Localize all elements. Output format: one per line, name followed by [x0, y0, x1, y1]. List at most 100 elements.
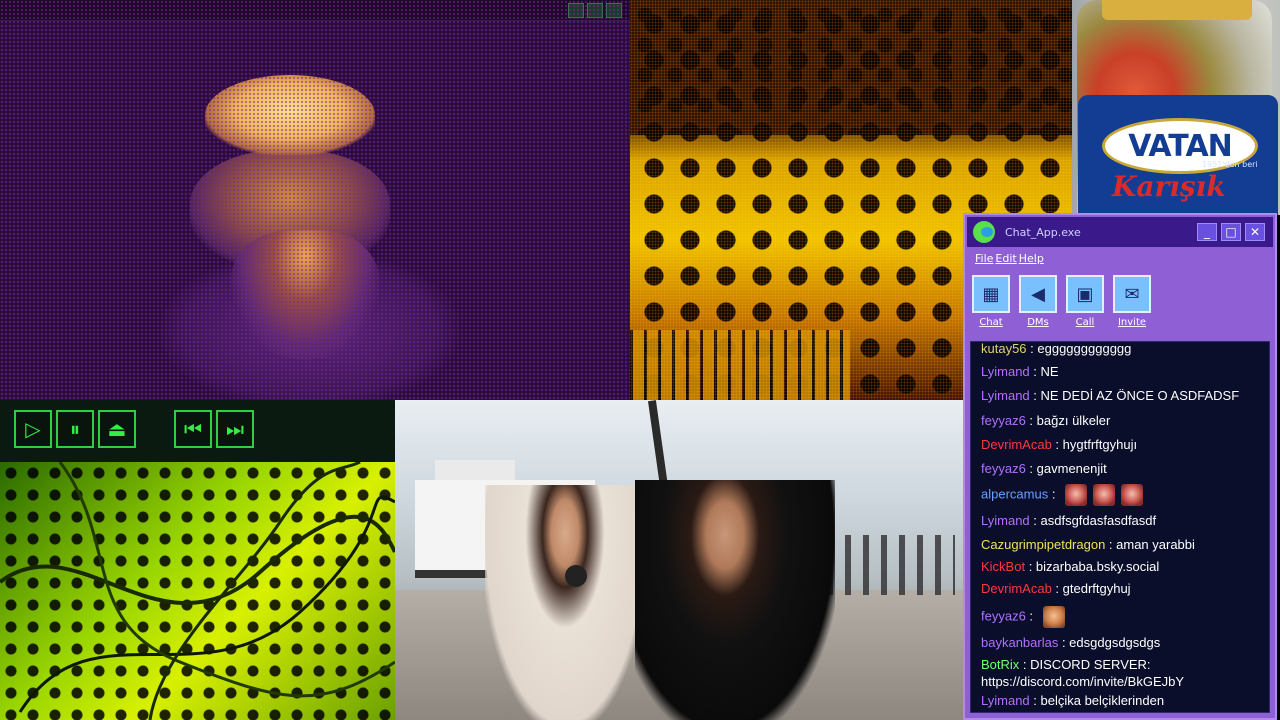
microphone	[565, 565, 587, 587]
dms-tool-button[interactable]: ◀ DMs	[1018, 275, 1058, 328]
chat-message: Lyimand : NE DEDİ AZ ÖNCE O ASDFADSF	[981, 387, 1263, 404]
call-icon: ▣	[1066, 275, 1104, 313]
chat-username[interactable]: feyyaz6	[981, 608, 1026, 623]
chat-separator: :	[1048, 486, 1060, 502]
chat-username[interactable]: Lyimand	[981, 364, 1030, 379]
chat-separator: :	[1025, 559, 1036, 574]
dither-overlay	[0, 0, 630, 400]
chat-separator: :	[1051, 437, 1063, 452]
emote-icon	[1093, 484, 1116, 506]
chat-message: Lyimand : NE	[981, 363, 1263, 380]
chat-message: DevrimAcab : gtedrftgyhuj	[981, 580, 1263, 597]
jar-since: 1951'den beri	[1202, 160, 1258, 169]
chat-icon: ▦	[972, 275, 1010, 313]
close-icon: ✕	[1249, 225, 1261, 239]
chat-username[interactable]: feyyaz6	[981, 461, 1026, 476]
chat-message: Cazugrimpipetdragon : aman yarabbi	[981, 536, 1263, 553]
menu-file[interactable]: File	[975, 252, 993, 265]
chat-message: Lyimand : belçika belçiklerinden	[981, 692, 1263, 709]
chat-username[interactable]: DevrimAcab	[981, 581, 1052, 596]
chat-username[interactable]: DevrimAcab	[981, 437, 1052, 452]
emote-icon	[1121, 484, 1144, 506]
chat-message: feyyaz6 : gavmenenjit	[981, 460, 1263, 477]
skip-back-icon: ⏮	[184, 417, 202, 441]
menu-edit[interactable]: Edit	[995, 252, 1016, 265]
chat-username[interactable]: Cazugrimpipetdragon	[981, 537, 1105, 552]
chat-titlebar[interactable]: Chat_App.exe _ □ ✕	[967, 217, 1273, 247]
chat-username[interactable]: feyyaz6	[981, 413, 1026, 428]
minimize-icon: _	[1204, 225, 1210, 239]
chat-message-text: NE DEDİ AZ ÖNCE O ASDFADSF	[1040, 388, 1240, 403]
chat-message: feyyaz6 :	[981, 606, 1263, 628]
street-video-panel	[395, 400, 963, 720]
play-button[interactable]: ▷	[14, 410, 52, 448]
chat-username[interactable]: KickBot	[981, 559, 1025, 574]
chat-menubar: File Edit Help	[967, 249, 1273, 267]
chat-message-text: hygtfrftgyhujı	[1062, 437, 1138, 452]
eject-button[interactable]: ⏏	[98, 410, 136, 448]
invite-icon: ✉	[1113, 275, 1151, 313]
chat-message-text: aman yarabbi	[1116, 537, 1195, 552]
dms-tool-label: DMs	[1027, 317, 1049, 328]
chat-separator: :	[1019, 657, 1031, 672]
person-right	[635, 480, 835, 720]
chat-message-log[interactable]: kutay56 : egggggggggggg Lyimand : NE Lyima…	[970, 341, 1270, 713]
chat-message: feyyaz6 : bağzı ülkeler	[981, 412, 1263, 429]
chat-username[interactable]: baykanbarlas	[981, 635, 1058, 650]
chat-username[interactable]: Lyimand	[981, 388, 1030, 403]
chat-separator: :	[1029, 693, 1041, 708]
patch-cables	[0, 462, 395, 720]
chat-app-icon	[973, 221, 995, 243]
chat-message: baykanbarlas : edsgdgsdgsdgs	[981, 634, 1263, 651]
invite-tool-label: Invite	[1117, 317, 1147, 328]
jar-photo-panel: VATAN BİZİM 1951'den beri Karışık	[1072, 0, 1280, 215]
chat-message: DevrimAcab : hygtfrftgyhujı	[981, 436, 1263, 453]
chat-message-text: gtedrftgyhuj	[1062, 581, 1131, 596]
next-button[interactable]: ⏭	[216, 410, 254, 448]
menu-help[interactable]: Help	[1019, 252, 1044, 265]
chat-tool-label: Chat	[979, 317, 1003, 328]
person-left	[485, 485, 645, 720]
chat-message: BotRix : DISCORD SERVER: https://discord…	[981, 656, 1263, 690]
chat-message: kutay56 : egggggggggggg	[981, 341, 1263, 357]
minimize-button[interactable]: _	[1197, 223, 1217, 241]
pause-button[interactable]: ⏸	[56, 410, 94, 448]
chat-separator: :	[1029, 364, 1041, 379]
chat-separator: :	[1025, 608, 1037, 624]
chat-message-text: bağzı ülkeler	[1036, 413, 1111, 428]
chat-separator: :	[1058, 635, 1070, 650]
chat-username[interactable]: Lyimand	[981, 693, 1030, 708]
invite-tool-button[interactable]: ✉ Invite	[1112, 275, 1152, 328]
chat-message: KickBot : bizarbaba.bsky.social	[981, 558, 1263, 575]
maximize-icon: □	[1225, 225, 1237, 239]
chat-message: alpercamus :	[981, 484, 1263, 506]
chat-window-title: Chat_App.exe	[1005, 225, 1081, 239]
chat-message-text: edsgdgsdgsdgs	[1069, 635, 1161, 650]
megaphone-icon: ◀	[1019, 275, 1057, 313]
chat-separator: :	[1025, 461, 1037, 476]
previous-button[interactable]: ⏮	[174, 410, 212, 448]
chat-message-text: gavmenenjit	[1036, 461, 1107, 476]
chat-message-text: asdfsgfdasfasdfasdf	[1040, 513, 1157, 528]
chat-tool-button[interactable]: ▦ Chat	[971, 275, 1011, 328]
chat-separator: :	[1026, 341, 1038, 356]
jar-brand-top: BİZİM	[1164, 110, 1187, 118]
chat-username[interactable]: Lyimand	[981, 513, 1030, 528]
maximize-button[interactable]: □	[1221, 223, 1241, 241]
chat-separator: :	[1051, 581, 1063, 596]
chat-app-window: Chat_App.exe _ □ ✕ File Edit Help ▦ Chat…	[963, 213, 1277, 720]
portrait-video-panel	[0, 0, 630, 400]
chat-separator: :	[1025, 413, 1037, 428]
chat-username[interactable]: alpercamus	[981, 486, 1048, 501]
call-tool-label: Call	[1075, 317, 1095, 328]
chat-message-text: NE	[1040, 364, 1059, 379]
chat-username[interactable]: kutay56	[981, 342, 1027, 356]
play-icon: ▷	[25, 417, 41, 441]
chat-message-text: belçika belçiklerinden	[1040, 693, 1165, 708]
close-button[interactable]: ✕	[1245, 223, 1265, 241]
chat-message: Lyimand : asdfsgfdasfasdfasdf	[981, 512, 1263, 529]
skip-forward-icon: ⏭	[226, 417, 244, 441]
call-tool-button[interactable]: ▣ Call	[1065, 275, 1105, 328]
chat-username[interactable]: BotRix	[981, 657, 1019, 672]
jar-product-name: Karışık	[1112, 170, 1226, 203]
